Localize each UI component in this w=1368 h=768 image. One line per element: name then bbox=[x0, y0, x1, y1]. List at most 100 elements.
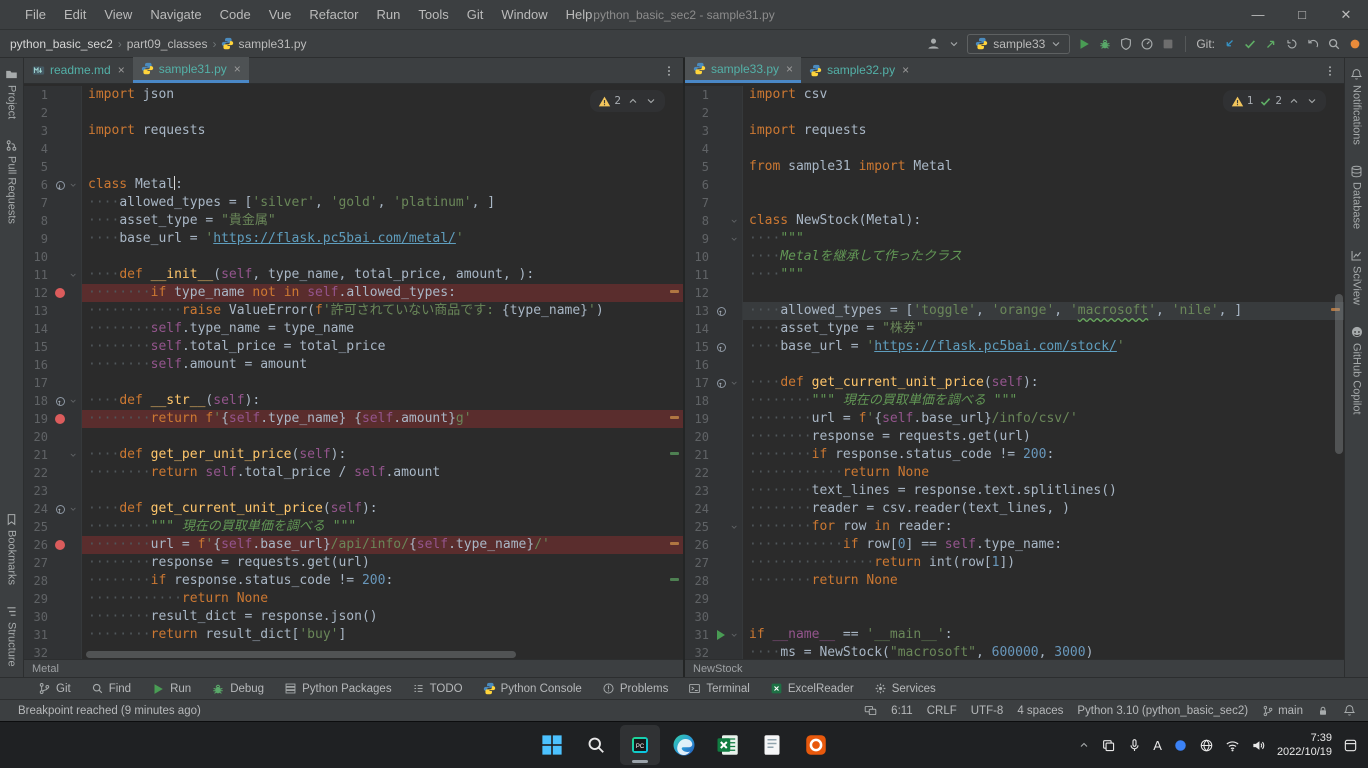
line-number[interactable]: 4 bbox=[685, 140, 713, 158]
line-number[interactable]: 10 bbox=[685, 248, 713, 266]
line-number[interactable]: 30 bbox=[685, 608, 713, 626]
toolwindow-database[interactable]: Database bbox=[1350, 155, 1363, 239]
line-number[interactable]: 6 bbox=[685, 176, 713, 194]
editor-gutter[interactable]: 8› bbox=[685, 212, 743, 230]
line-number[interactable]: 16 bbox=[685, 356, 713, 374]
editor-gutter[interactable]: 21› bbox=[24, 446, 82, 464]
editor-gutter[interactable]: 14 bbox=[685, 320, 743, 338]
editor-gutter[interactable]: 11 bbox=[685, 266, 743, 284]
code-text[interactable]: ····def __str__(self): bbox=[82, 392, 683, 410]
taskbar-edge-app[interactable] bbox=[664, 725, 704, 765]
toolwindow-button-excelreader[interactable]: ExcelReader bbox=[762, 681, 862, 696]
code-line[interactable]: 25········""" 現在の買取単価を調べる """ bbox=[24, 518, 683, 536]
editor-gutter[interactable]: 18 bbox=[685, 392, 743, 410]
code-text[interactable] bbox=[743, 140, 1344, 158]
line-number[interactable]: 28 bbox=[24, 572, 52, 590]
code-line[interactable]: 11····""" bbox=[685, 266, 1344, 284]
tray-volume-icon[interactable] bbox=[1251, 738, 1266, 753]
line-number[interactable]: 5 bbox=[24, 158, 52, 176]
editor-gutter[interactable]: 7 bbox=[685, 194, 743, 212]
code-text[interactable]: ········result_dict = response.json() bbox=[82, 608, 683, 626]
editor-gutter[interactable]: 2 bbox=[24, 104, 82, 122]
line-number[interactable]: 22 bbox=[685, 464, 713, 482]
fold-region[interactable]: › bbox=[729, 374, 741, 392]
editor-gutter[interactable]: 16 bbox=[685, 356, 743, 374]
breadcrumb-scope[interactable]: Metal bbox=[32, 663, 59, 675]
search-everywhere-button[interactable] bbox=[1327, 37, 1341, 51]
editor-gutter[interactable]: 15 bbox=[24, 338, 82, 356]
line-number[interactable]: 24 bbox=[24, 500, 52, 518]
code-text[interactable]: ····base_url = 'https://flask.pc5bai.com… bbox=[82, 230, 683, 248]
git-history-button[interactable] bbox=[1285, 37, 1299, 51]
code-text[interactable]: ················return int(row[1]) bbox=[743, 554, 1344, 572]
code-line[interactable]: 5from sample31 import Metal bbox=[685, 158, 1344, 176]
line-number[interactable]: 2 bbox=[685, 104, 713, 122]
toolwindow-button-terminal[interactable]: Terminal bbox=[680, 681, 757, 696]
line-number[interactable]: 28 bbox=[685, 572, 713, 590]
menu-file[interactable]: File bbox=[16, 3, 55, 26]
line-number[interactable]: 13 bbox=[24, 302, 52, 320]
debug-button[interactable] bbox=[1098, 37, 1112, 51]
code-line[interactable]: 32····ms = NewStock("macrosoft", 600000,… bbox=[685, 644, 1344, 659]
editor-gutter[interactable]: 15 bbox=[685, 338, 743, 356]
fold-arrow-icon[interactable]: › bbox=[65, 181, 83, 188]
code-line[interactable]: 4 bbox=[685, 140, 1344, 158]
taskbar-notepad-app[interactable] bbox=[752, 725, 792, 765]
code-line[interactable]: 3import requests bbox=[24, 122, 683, 140]
fold-arrow-icon[interactable]: › bbox=[65, 451, 83, 458]
line-number[interactable]: 26 bbox=[24, 536, 52, 554]
vertical-scrollbar[interactable] bbox=[1335, 294, 1343, 454]
line-number[interactable]: 16 bbox=[24, 356, 52, 374]
notification-center-icon[interactable] bbox=[1343, 738, 1358, 753]
fold-arrow-icon[interactable]: › bbox=[726, 631, 744, 638]
code-text[interactable]: ········reader = csv.reader(text_lines, … bbox=[743, 500, 1344, 518]
close-button[interactable]: ✕ bbox=[1324, 0, 1368, 29]
line-number[interactable]: 6 bbox=[24, 176, 52, 194]
line-number[interactable]: 9 bbox=[685, 230, 713, 248]
toolwindow-sciview[interactable]: SciView bbox=[1350, 239, 1363, 315]
line-number[interactable]: 11 bbox=[24, 266, 52, 284]
editor-gutter[interactable]: 10 bbox=[24, 248, 82, 266]
tab-close-icon[interactable]: × bbox=[786, 62, 793, 76]
editor-gutter[interactable]: 31 bbox=[24, 626, 82, 644]
code-line[interactable]: 26········url = f'{self.base_url}/api/in… bbox=[24, 536, 683, 554]
breakpoint-icon[interactable] bbox=[52, 288, 68, 298]
code-line[interactable]: 21········if response.status_code != 200… bbox=[685, 446, 1344, 464]
settings-sync-button[interactable] bbox=[1348, 37, 1362, 51]
editor-gutter[interactable]: 28 bbox=[685, 572, 743, 590]
line-number[interactable]: 14 bbox=[24, 320, 52, 338]
line-number[interactable]: 15 bbox=[685, 338, 713, 356]
editor-gutter[interactable]: 19 bbox=[24, 410, 82, 428]
fold-arrow-icon[interactable]: › bbox=[65, 397, 83, 404]
code-line[interactable]: 17›····def get_current_unit_price(self): bbox=[685, 374, 1344, 392]
editor-gutter[interactable]: 12 bbox=[24, 284, 82, 302]
tab-options-kebab-icon[interactable] bbox=[655, 58, 683, 83]
fold-region[interactable]: › bbox=[729, 212, 741, 230]
code-line[interactable]: 31········return result_dict['buy'] bbox=[24, 626, 683, 644]
editor-gutter[interactable]: 14 bbox=[24, 320, 82, 338]
line-number[interactable]: 23 bbox=[685, 482, 713, 500]
code-line[interactable]: 18 ›····def __str__(self): bbox=[24, 392, 683, 410]
status-item[interactable] bbox=[1317, 705, 1329, 717]
line-number[interactable]: 18 bbox=[24, 392, 52, 410]
editor-tab-sample32.py[interactable]: sample32.py× bbox=[801, 57, 917, 83]
fold-region[interactable]: › bbox=[729, 230, 741, 248]
tray-network-icon[interactable] bbox=[1199, 738, 1214, 753]
editor-gutter[interactable]: 13 bbox=[24, 302, 82, 320]
toolwindow-button-services[interactable]: Services bbox=[866, 681, 944, 696]
code-line[interactable]: 8›class NewStock(Metal): bbox=[685, 212, 1344, 230]
tray-wifi-icon[interactable] bbox=[1225, 738, 1240, 753]
code-line[interactable]: 13····allowed_types = ['toggle', 'orange… bbox=[685, 302, 1344, 320]
code-line[interactable]: 5 bbox=[24, 158, 683, 176]
editor-gutter[interactable]: 9 bbox=[24, 230, 82, 248]
code-line[interactable]: 7 bbox=[685, 194, 1344, 212]
fold-region[interactable]: › bbox=[68, 176, 80, 194]
tray-app-icon[interactable] bbox=[1173, 738, 1188, 753]
code-text[interactable]: ····ms = NewStock("macrosoft", 600000, 3… bbox=[743, 644, 1344, 659]
code-line[interactable]: 27················return int(row[1]) bbox=[685, 554, 1344, 572]
code-text[interactable]: ········""" 現在の買取単価を調べる """ bbox=[743, 392, 1344, 410]
code-text[interactable] bbox=[82, 248, 683, 266]
code-line[interactable]: 30········result_dict = response.json() bbox=[24, 608, 683, 626]
code-line[interactable]: 9›····""" bbox=[685, 230, 1344, 248]
code-text[interactable]: ········self.type_name = type_name bbox=[82, 320, 683, 338]
